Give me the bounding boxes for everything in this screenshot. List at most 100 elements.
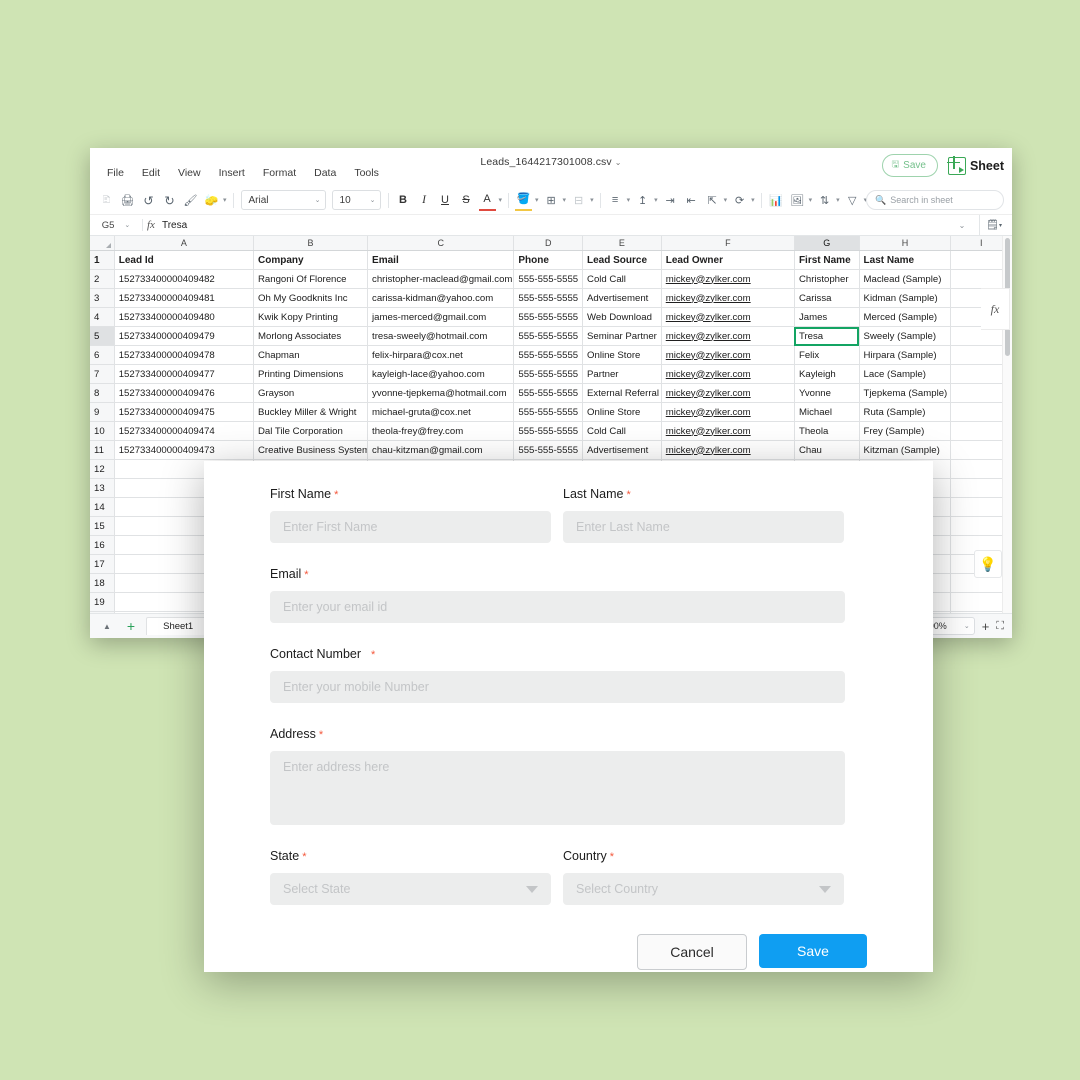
cell-D10[interactable]: 555-555-5555 — [514, 422, 583, 441]
chevron-down-icon[interactable]: ▾ — [751, 196, 755, 204]
row-header-6[interactable]: 6 — [90, 346, 114, 365]
table-row[interactable]: 11152733400000409473Creative Business Sy… — [90, 441, 1012, 460]
row-header-14[interactable]: 14 — [90, 498, 114, 517]
chevron-down-icon[interactable]: ▾ — [654, 196, 658, 204]
cell-F5[interactable]: mickey@zylker.com — [661, 327, 794, 346]
select-all-corner[interactable] — [90, 236, 114, 251]
bold-button[interactable]: B — [394, 190, 413, 210]
cell-F3[interactable]: mickey@zylker.com — [661, 289, 794, 308]
cell-E1[interactable]: Lead Source — [583, 251, 662, 270]
chevron-down-icon[interactable]: ▾ — [499, 196, 503, 204]
cell-A3[interactable]: 152733400000409481 — [114, 289, 253, 308]
print-icon[interactable]: 🖨 — [118, 190, 137, 210]
column-header-a[interactable]: A — [114, 236, 253, 251]
row-header-11[interactable]: 11 — [90, 441, 114, 460]
cell-A4[interactable]: 152733400000409480 — [114, 308, 253, 327]
column-header-c[interactable]: C — [368, 236, 514, 251]
cell-A6[interactable]: 152733400000409478 — [114, 346, 253, 365]
cell-E2[interactable]: Cold Call — [583, 270, 662, 289]
vertical-align-icon[interactable]: ↥ — [633, 190, 652, 210]
chevron-down-icon[interactable]: ▾ — [563, 196, 567, 204]
cell-C9[interactable]: michael-gruta@cox.net — [368, 403, 514, 422]
table-row[interactable]: 10152733400000409474Dal Tile Corporation… — [90, 422, 1012, 441]
cell-G8[interactable]: Yvonne — [794, 384, 859, 403]
chevron-down-icon[interactable]: ▾ — [809, 196, 813, 204]
column-header-e[interactable]: E — [583, 236, 662, 251]
cell-B8[interactable]: Grayson — [254, 384, 368, 403]
cell-H4[interactable]: Merced (Sample) — [859, 308, 951, 327]
cell-G10[interactable]: Theola — [794, 422, 859, 441]
cell-E11[interactable]: Advertisement — [583, 441, 662, 460]
row-header-12[interactable]: 12 — [90, 460, 114, 479]
font-size-select[interactable]: 10 ⌄ — [332, 190, 381, 210]
cell-B7[interactable]: Printing Dimensions — [254, 365, 368, 384]
first-name-input[interactable]: Enter First Name — [270, 511, 551, 543]
cell-E6[interactable]: Online Store — [583, 346, 662, 365]
email-input[interactable]: Enter your email id — [270, 591, 845, 623]
cell-C4[interactable]: james-merced@gmail.com — [368, 308, 514, 327]
cell-F8[interactable]: mickey@zylker.com — [661, 384, 794, 403]
cell-A5[interactable]: 152733400000409479 — [114, 327, 253, 346]
chart-icon[interactable]: 📊 — [767, 190, 786, 210]
cell-G6[interactable]: Felix — [794, 346, 859, 365]
cell-D7[interactable]: 555-555-5555 — [514, 365, 583, 384]
row-header-18[interactable]: 18 — [90, 574, 114, 593]
cell-F7[interactable]: mickey@zylker.com — [661, 365, 794, 384]
cell-A7[interactable]: 152733400000409477 — [114, 365, 253, 384]
cell-F2[interactable]: mickey@zylker.com — [661, 270, 794, 289]
cell-B1[interactable]: Company — [254, 251, 368, 270]
cell-D6[interactable]: 555-555-5555 — [514, 346, 583, 365]
column-header-f[interactable]: F — [661, 236, 794, 251]
cell-C3[interactable]: carissa-kidman@yahoo.com — [368, 289, 514, 308]
row-header-4[interactable]: 4 — [90, 308, 114, 327]
menu-item-tools[interactable]: Tools — [345, 165, 388, 181]
cell-G4[interactable]: James — [794, 308, 859, 327]
cell-H7[interactable]: Lace (Sample) — [859, 365, 951, 384]
last-name-input[interactable]: Enter Last Name — [563, 511, 844, 543]
row-header-16[interactable]: 16 — [90, 536, 114, 555]
cell-C11[interactable]: chau-kitzman@gmail.com — [368, 441, 514, 460]
fullscreen-icon[interactable]: ⛶ — [996, 620, 1004, 633]
menu-item-format[interactable]: Format — [254, 165, 305, 181]
text-rotate-icon[interactable]: ⟳ — [730, 190, 749, 210]
cell-A10[interactable]: 152733400000409474 — [114, 422, 253, 441]
cell-D9[interactable]: 555-555-5555 — [514, 403, 583, 422]
underline-button[interactable]: U — [436, 190, 455, 210]
cell-H10[interactable]: Frey (Sample) — [859, 422, 951, 441]
row-header-1[interactable]: 1 — [90, 251, 114, 270]
row-header-3[interactable]: 3 — [90, 289, 114, 308]
zoom-in-button[interactable]: + — [982, 620, 990, 633]
cell-D2[interactable]: 555-555-5555 — [514, 270, 583, 289]
cell-D11[interactable]: 555-555-5555 — [514, 441, 583, 460]
cell-B6[interactable]: Chapman — [254, 346, 368, 365]
text-color-button[interactable]: A — [478, 189, 497, 212]
cell-F11[interactable]: mickey@zylker.com — [661, 441, 794, 460]
side-panel-icon[interactable]: 🗒▾ — [979, 215, 1008, 235]
cell-H11[interactable]: Kitzman (Sample) — [859, 441, 951, 460]
menu-item-insert[interactable]: Insert — [210, 165, 254, 181]
cell-A2[interactable]: 152733400000409482 — [114, 270, 253, 289]
cell-C2[interactable]: christopher-maclead@gmail.com — [368, 270, 514, 289]
table-row[interactable]: 5152733400000409479Morlong Associatestre… — [90, 327, 1012, 346]
fill-color-icon[interactable]: 🪣 — [514, 189, 533, 212]
cell-H5[interactable]: Sweely (Sample) — [859, 327, 951, 346]
cell-A8[interactable]: 152733400000409476 — [114, 384, 253, 403]
table-row[interactable]: 4152733400000409480Kwik Kopy Printingjam… — [90, 308, 1012, 327]
column-header-h[interactable]: H — [859, 236, 951, 251]
cell-B2[interactable]: Rangoni Of Florence — [254, 270, 368, 289]
contact-number-input[interactable]: Enter your mobile Number — [270, 671, 845, 703]
cell-C1[interactable]: Email — [368, 251, 514, 270]
cell-A1[interactable]: Lead Id — [114, 251, 253, 270]
row-header-9[interactable]: 9 — [90, 403, 114, 422]
menu-item-file[interactable]: File — [98, 165, 133, 181]
row-header-7[interactable]: 7 — [90, 365, 114, 384]
cell-D3[interactable]: 555-555-5555 — [514, 289, 583, 308]
sheet-tab-sheet1[interactable]: Sheet1 — [146, 617, 210, 635]
cell-H9[interactable]: Ruta (Sample) — [859, 403, 951, 422]
row-header-10[interactable]: 10 — [90, 422, 114, 441]
cell-G3[interactable]: Carissa — [794, 289, 859, 308]
save-button[interactable]: 🖫 Save — [882, 154, 937, 177]
table-row[interactable]: 7152733400000409477Printing Dimensionska… — [90, 365, 1012, 384]
save-button[interactable]: Save — [759, 934, 867, 968]
merge-cells-icon[interactable]: ⊟ — [569, 190, 588, 210]
